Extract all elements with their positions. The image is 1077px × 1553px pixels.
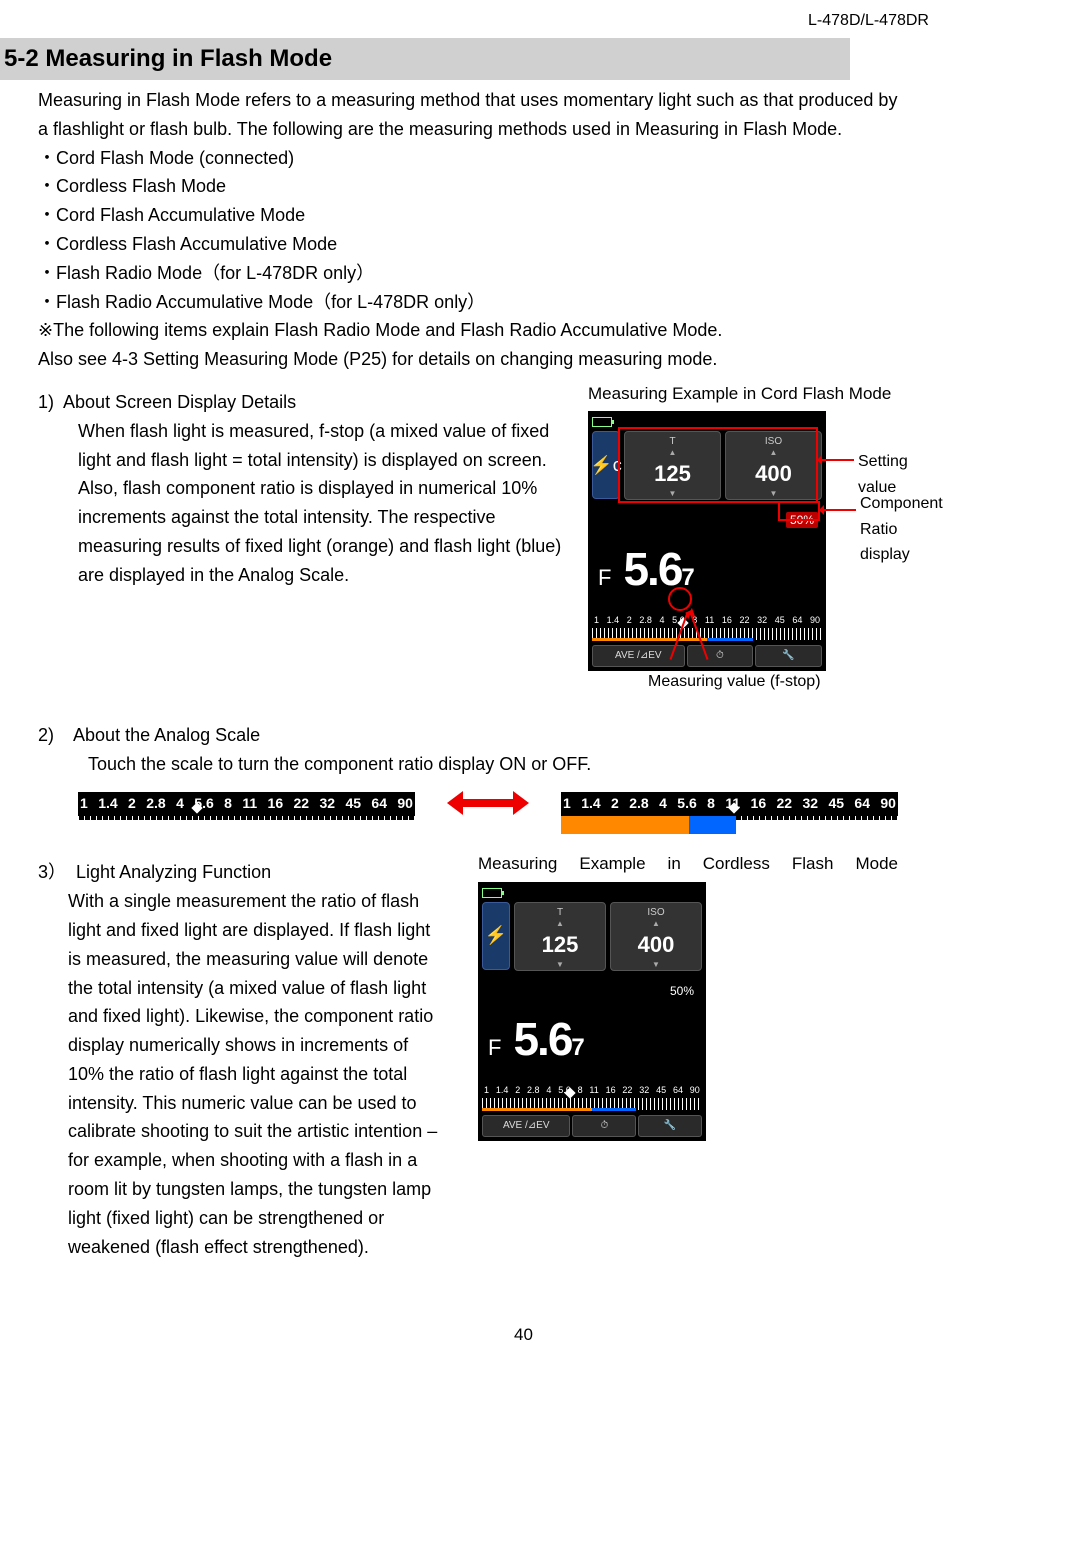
bullet-item: ・Flash Radio Accumulative Mode（for L-478… xyxy=(38,288,898,317)
callout-arrow xyxy=(820,509,856,511)
tool-button[interactable]: 🔧 xyxy=(755,645,822,667)
ave-ev-button[interactable]: AVE /⊿EV xyxy=(482,1115,570,1137)
t-value: 125 xyxy=(515,927,605,962)
battery-icon xyxy=(592,417,612,427)
bullet-item: ・Cordless Flash Accumulative Mode xyxy=(38,230,898,259)
item1-number: 1) xyxy=(38,392,54,412)
mode-icon: ⚡ xyxy=(482,902,510,970)
figure2-column: Measuring Example in Cordless Flash Mode… xyxy=(478,850,898,1261)
item3-heading: 3） Light Analyzing Function xyxy=(38,858,448,887)
bullet-item: ・Cordless Flash Mode xyxy=(38,172,898,201)
item3-title: Light Analyzing Function xyxy=(76,862,271,882)
item2-block: 2) About the Analog Scale Touch the scal… xyxy=(38,721,898,821)
item3-body: With a single measurement the ratio of f… xyxy=(68,887,448,1261)
shutter-value-box[interactable]: T ▲ 125 ▼ xyxy=(514,902,606,971)
callout-arrow xyxy=(818,459,854,461)
fstop-row: F 5.6 7 xyxy=(482,1003,702,1077)
item2-body: Touch the scale to turn the component ra… xyxy=(88,750,898,779)
iso-value: 400 xyxy=(611,927,701,962)
f-label: F xyxy=(598,560,611,595)
analog-scale[interactable]: 1 1.4 2 2.8 4 5.6 8 11 16 22 32 xyxy=(592,613,822,641)
item1-title: About Screen Display Details xyxy=(63,392,296,412)
red-box-setting xyxy=(618,427,818,503)
item2-heading: 2) About the Analog Scale xyxy=(38,721,898,750)
section-body: Measuring in Flash Mode refers to a meas… xyxy=(38,86,898,1261)
item2-title: About the Analog Scale xyxy=(73,725,260,745)
red-circle-fstop xyxy=(668,587,692,611)
figure2-title: Measuring Example in Cordless Flash Mode xyxy=(478,850,898,877)
model-header: L-478D/L-478DR xyxy=(690,8,1047,34)
intro-text: Measuring in Flash Mode refers to a meas… xyxy=(38,86,898,144)
crossref-text: Also see 4-3 Setting Measuring Mode (P25… xyxy=(38,345,898,374)
scale-blue-bar xyxy=(592,1108,636,1111)
bullet-item: ・Cord Flash Mode (connected) xyxy=(38,144,898,173)
scale-orange-bar xyxy=(482,1108,592,1111)
fstop-row: F 5.6 7 xyxy=(592,533,822,607)
callout-ratio: Component Ratio display xyxy=(860,491,943,568)
chevron-down-icon: ▼ xyxy=(611,962,701,968)
item1-heading: 1) About Screen Display Details xyxy=(38,388,578,417)
item1-row: 1) About Screen Display Details When fla… xyxy=(38,380,898,671)
item3-row: 3） Light Analyzing Function With a singl… xyxy=(38,850,898,1261)
item1-body: When flash light is measured, f-stop (a … xyxy=(78,417,578,590)
f-label: F xyxy=(488,1030,501,1065)
scales-row: 1 1.4 2 2.8 4 5.6 8 11 16 22 32 45 64 90 xyxy=(78,786,898,820)
mid-button[interactable]: ⏱ xyxy=(572,1115,636,1137)
figure1-title: Measuring Example in Cord Flash Mode xyxy=(588,380,898,407)
analog-scale-on[interactable]: 1 1.4 2 2.8 4 5.6 8 11 16 22 32 45 64 90 xyxy=(561,792,898,820)
scale-blue-bar xyxy=(707,638,753,641)
figure1-column: Measuring Example in Cord Flash Mode ⚡c … xyxy=(588,380,898,671)
component-ratio-value: 50% xyxy=(666,983,698,999)
note-text: ※The following items explain Flash Radio… xyxy=(38,316,898,345)
item3-number: 3） xyxy=(38,862,66,882)
double-arrow-icon xyxy=(435,791,541,815)
device-screen-cordless: ⚡ T ▲ 125 ▼ ISO ▲ 400 ▼ xyxy=(478,882,706,1142)
mid-button[interactable]: ⏱ xyxy=(687,645,754,667)
page-number: 40 xyxy=(0,1321,1047,1348)
section-heading: 5-2 Measuring in Flash Mode xyxy=(0,38,850,80)
page: L-478D/L-478DR 5-2 Measuring in Flash Mo… xyxy=(0,0,1077,1379)
mode-icon: ⚡c xyxy=(592,431,620,499)
f-sub: 7 xyxy=(571,1029,584,1067)
tool-button[interactable]: 🔧 xyxy=(638,1115,702,1137)
analog-scale-off[interactable]: 1 1.4 2 2.8 4 5.6 8 11 16 22 32 45 64 90 xyxy=(78,792,415,820)
item2-number: 2) xyxy=(38,725,54,745)
device-screen-cord: ⚡c T ▲ 125 ▼ ISO ▲ 400 ▼ xyxy=(588,411,826,671)
callout-fstop: Measuring value (f-stop) xyxy=(648,669,821,695)
bullet-item: ・Flash Radio Mode（for L-478DR only） xyxy=(38,259,898,288)
iso-value-box[interactable]: ISO ▲ 400 ▼ xyxy=(610,902,702,971)
battery-icon xyxy=(482,888,502,898)
analog-scale[interactable]: 1 1.4 2 2.8 4 5.6 8 11 16 22 32 45 xyxy=(482,1083,702,1111)
scale-orange-bar xyxy=(592,638,707,641)
bullet-item: ・Cord Flash Accumulative Mode xyxy=(38,201,898,230)
chevron-down-icon: ▼ xyxy=(515,962,605,968)
f-main: 5.6 xyxy=(513,1003,571,1077)
